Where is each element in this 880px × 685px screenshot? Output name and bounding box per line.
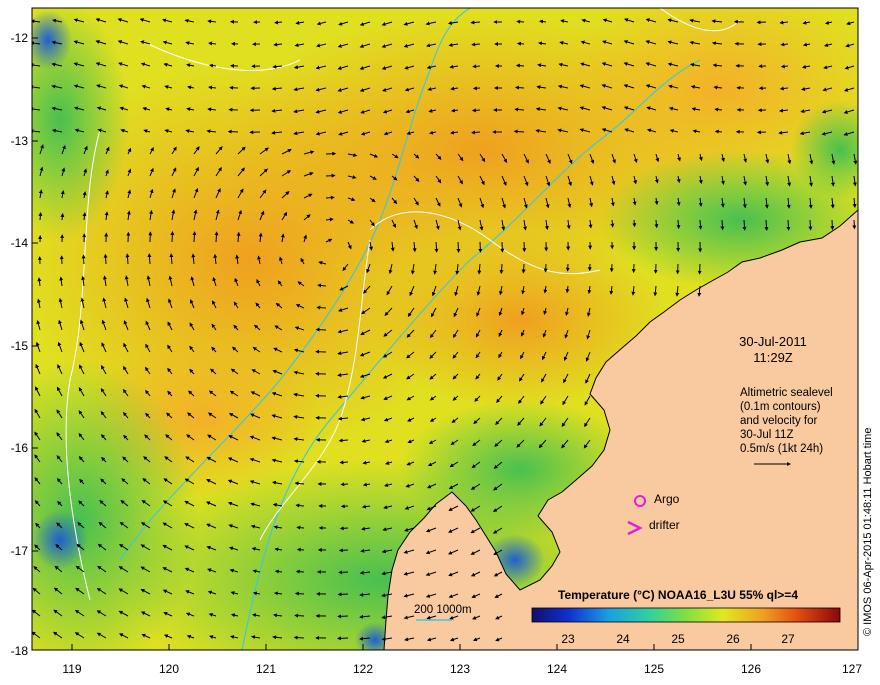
velocity-arrow <box>473 66 480 67</box>
info-block: Altimetric sealevel (0.1m contours) and … <box>740 386 850 456</box>
velocity-arrow <box>472 132 480 133</box>
velocity-arrow <box>229 132 238 133</box>
velocity-arrow <box>339 594 348 595</box>
velocity-arrow <box>84 255 85 264</box>
velocity-arrow <box>436 242 437 252</box>
velocity-arrow <box>722 220 723 229</box>
velocity-arrow <box>297 571 304 572</box>
x-tick-label: 122 <box>343 662 383 676</box>
y-tick-label: -13 <box>2 134 28 148</box>
velocity-arrow <box>105 255 106 264</box>
info-line: 0.5m/s (1kt 24h) <box>740 442 850 456</box>
velocity-arrow <box>700 220 701 229</box>
x-tick-label: 119 <box>52 662 92 676</box>
velocity-arrow <box>501 264 502 273</box>
velocity-arrow <box>523 264 524 273</box>
x-tick-label: 125 <box>634 662 674 676</box>
date-time-block: 30-Jul-2011 11:29Z <box>708 334 838 366</box>
velocity-arrow <box>766 220 767 230</box>
x-tick-label: 126 <box>731 662 771 676</box>
argo-label: Argo <box>654 492 679 506</box>
depth-legend-label: 200 1000m <box>414 603 472 617</box>
velocity-arrow <box>471 22 480 23</box>
info-line: Altimetric sealevel <box>740 386 850 400</box>
colorbar-tick: 26 <box>718 632 748 646</box>
velocity-arrow <box>341 484 348 485</box>
velocity-arrow <box>854 220 855 228</box>
velocity-arrow <box>517 22 524 23</box>
x-tick-label: 120 <box>149 662 189 676</box>
velocity-arrow <box>339 572 348 573</box>
info-line: (0.1m contours) <box>740 400 850 414</box>
velocity-arrow <box>656 220 657 227</box>
velocity-arrow <box>172 232 173 242</box>
y-tick-label: -15 <box>2 339 28 353</box>
velocity-arrow <box>474 88 480 89</box>
velocity-arrow <box>340 550 348 551</box>
velocity-arrow <box>515 109 524 110</box>
velocity-arrow <box>515 131 524 132</box>
velocity-arrow <box>326 197 334 198</box>
colorbar-tick: 27 <box>773 632 803 646</box>
velocity-arrow <box>341 528 348 529</box>
velocity-arrow <box>297 527 304 528</box>
velocity-arrow <box>612 220 613 227</box>
colorbar-tick: 23 <box>553 632 583 646</box>
velocity-arrow <box>473 110 480 111</box>
velocity-arrow <box>480 242 481 252</box>
velocity-arrow <box>516 87 524 88</box>
velocity-arrow <box>517 65 524 66</box>
y-tick-label: -17 <box>2 544 28 558</box>
info-line: and velocity for <box>740 414 850 428</box>
velocity-arrow <box>62 214 63 220</box>
velocity-arrow <box>298 550 304 551</box>
velocity-arrow <box>40 213 41 220</box>
colorbar <box>532 608 840 622</box>
velocity-arrow <box>518 44 524 45</box>
velocity-arrow <box>326 176 335 177</box>
time-text: 11:29Z <box>708 350 838 366</box>
y-tick-label: -18 <box>2 644 28 658</box>
info-line: 30-Jul 11Z <box>740 428 850 442</box>
velocity-arrow <box>216 232 217 242</box>
velocity-arrow <box>546 264 547 272</box>
x-tick-label: 127 <box>832 662 872 676</box>
velocity-arrow <box>317 330 326 331</box>
velocity-arrow <box>716 131 722 132</box>
velocity-arrow <box>317 307 326 308</box>
velocity-arrow <box>472 44 480 45</box>
velocity-arrow <box>788 220 789 230</box>
x-tick-label: 124 <box>537 662 577 676</box>
velocity-arrow <box>458 242 459 252</box>
drifter-label: drifter <box>649 518 680 532</box>
x-tick-label: 121 <box>246 662 286 676</box>
velocity-arrow <box>338 616 348 617</box>
credit-text: © IMOS 06-Apr-2015 01:48:11 Hobart time <box>862 428 874 636</box>
velocity-arrow <box>296 593 304 594</box>
y-tick-label: -12 <box>2 31 28 45</box>
y-tick-label: -14 <box>2 236 28 250</box>
velocity-arrow <box>832 220 833 229</box>
velocity-arrow <box>338 638 348 639</box>
velocity-arrow <box>634 220 635 226</box>
colorbar-title: Temperature (°C) NOAA16_L3U 55% ql>=4 <box>558 588 848 602</box>
y-tick-label: -16 <box>2 441 28 455</box>
velocity-arrow <box>295 615 304 616</box>
velocity-arrow <box>194 232 195 242</box>
colorbar-tick: 25 <box>663 632 693 646</box>
velocity-arrow <box>295 637 304 638</box>
velocity-arrow <box>340 462 348 463</box>
velocity-arrow <box>810 220 811 230</box>
date-text: 30-Jul-2011 <box>708 334 838 350</box>
colorbar-tick: 24 <box>608 632 638 646</box>
x-tick-label: 123 <box>440 662 480 676</box>
velocity-arrow <box>744 220 745 230</box>
velocity-arrow <box>678 220 679 228</box>
velocity-arrow <box>127 254 128 264</box>
